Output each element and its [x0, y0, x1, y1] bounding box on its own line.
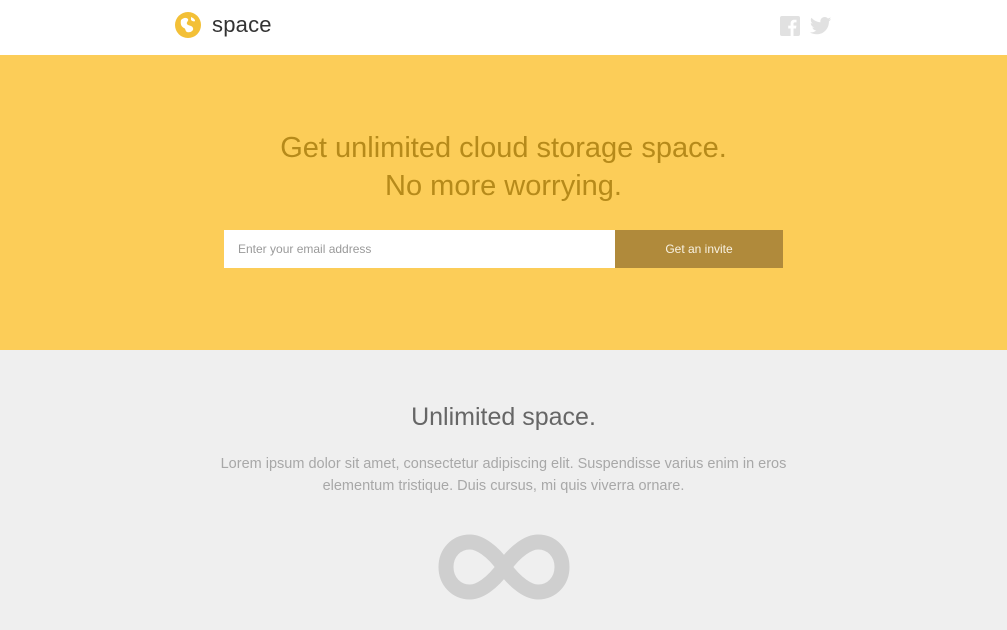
- brand-logo[interactable]: space: [174, 11, 272, 39]
- infinity-icon: [438, 534, 570, 600]
- social-links: [780, 16, 832, 36]
- feature-description: Lorem ipsum dolor sit amet, consectetur …: [220, 456, 787, 494]
- top-header: space: [0, 0, 1007, 55]
- globe-icon: [175, 12, 201, 38]
- hero-headline-line1: Get unlimited cloud storage space.: [280, 132, 727, 164]
- feature-section: Unlimited space. Lorem ipsum dolor sit a…: [0, 350, 1007, 630]
- feature-title: Unlimited space.: [411, 403, 596, 431]
- get-invite-button[interactable]: Get an invite: [615, 230, 783, 268]
- hero-headline: Get unlimited cloud storage space. No mo…: [0, 129, 1007, 205]
- hero-section: Get unlimited cloud storage space. No mo…: [0, 55, 1007, 350]
- email-input[interactable]: [224, 230, 615, 268]
- hero-headline-line2: No more worrying.: [385, 170, 622, 202]
- invite-form: Get an invite: [224, 230, 783, 268]
- brand-name: space: [212, 12, 272, 37]
- facebook-icon[interactable]: [780, 16, 800, 36]
- twitter-icon[interactable]: [810, 17, 832, 35]
